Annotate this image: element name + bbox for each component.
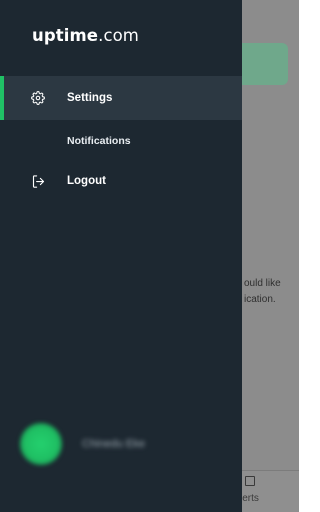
navigation-drawer: uptime.com Settings Notifications Logout… — [0, 0, 242, 512]
drawer-item-notifications[interactable]: Notifications — [0, 119, 242, 163]
avatar — [20, 423, 62, 465]
drawer-item-label: Settings — [67, 92, 113, 104]
background-green-banner — [236, 43, 288, 85]
drawer-item-label: Notifications — [67, 135, 131, 147]
drawer-item-label: Logout — [67, 175, 106, 187]
drawer-item-settings[interactable]: Settings — [0, 76, 242, 120]
logo-tld: .com — [98, 26, 139, 45]
active-indicator — [0, 76, 4, 120]
app-logo: uptime.com — [32, 26, 139, 45]
logout-icon — [30, 173, 46, 189]
background-text-line: ould like — [244, 278, 281, 289]
user-profile[interactable]: Chinedu Eke — [20, 420, 230, 468]
drawer-item-logout[interactable]: Logout — [0, 159, 242, 203]
gear-icon — [30, 90, 46, 106]
alerts-tab-icon — [245, 476, 255, 486]
alerts-tab-label: lerts — [240, 493, 259, 504]
background-text-line: ication. — [244, 294, 276, 305]
user-name: Chinedu Eke — [82, 438, 145, 450]
logo-brand: uptime — [32, 26, 99, 45]
screen: ould like ication. lerts uptime.com Sett… — [0, 0, 299, 512]
